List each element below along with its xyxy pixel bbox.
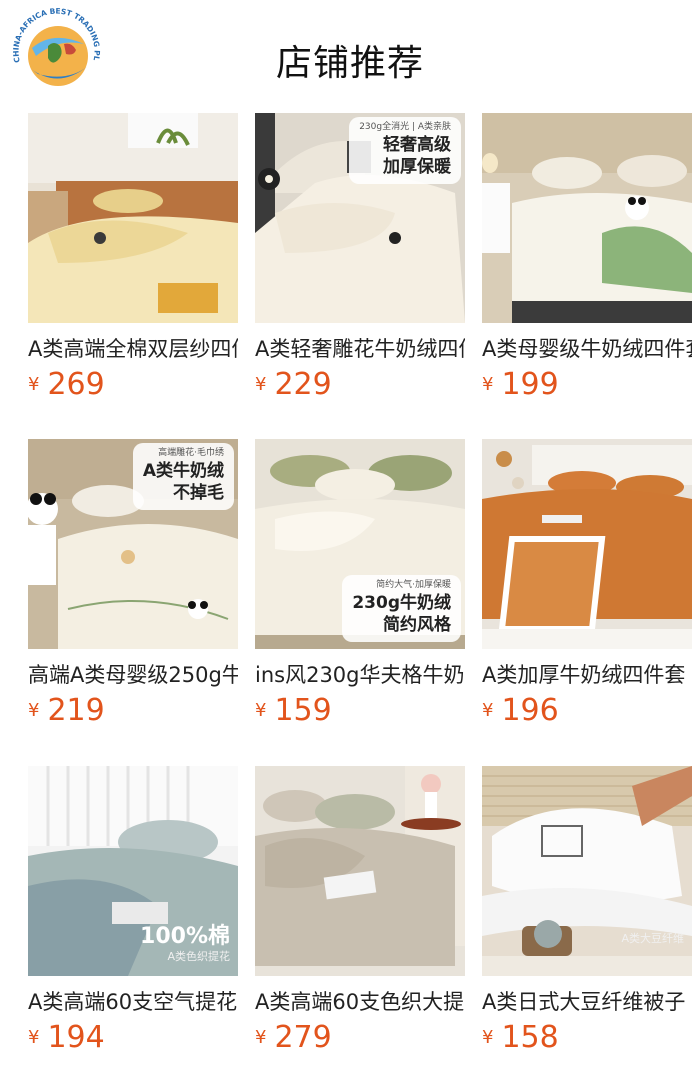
product-name[interactable]: A类轻奢雕花牛奶绒四件套 — [255, 335, 465, 363]
promo-badge: 简约大气·加厚保暖 230g牛奶绒 简约风格 — [342, 575, 461, 642]
product-price: ¥279 — [255, 1020, 332, 1055]
currency-symbol: ¥ — [255, 700, 267, 721]
image-caption: A类大豆纤维 — [621, 932, 684, 945]
price-value: 196 — [501, 693, 559, 728]
product-price: ¥219 — [28, 693, 105, 728]
currency-symbol: ¥ — [255, 1027, 267, 1048]
product-name[interactable]: A类母婴级牛奶绒四件套 — [482, 335, 692, 363]
product-card[interactable]: 高端雕花·毛巾绣 A类牛奶绒 不掉毛 高端A类母婴级250g牛奶绒 ¥219 — [28, 439, 240, 739]
product-price: ¥158 — [482, 1020, 559, 1055]
price-value: 229 — [274, 367, 332, 402]
product-image[interactable] — [482, 113, 692, 323]
price-value: 199 — [501, 367, 559, 402]
price-value: 219 — [47, 693, 105, 728]
currency-symbol: ¥ — [28, 700, 40, 721]
product-card[interactable]: 100%棉 A类色织提花 A类高端60支空气提花 ¥194 — [28, 766, 240, 1066]
product-image[interactable]: 高端雕花·毛巾绣 A类牛奶绒 不掉毛 — [28, 439, 238, 649]
product-card[interactable]: A类母婴级牛奶绒四件套 ¥199 — [482, 113, 694, 413]
currency-symbol: ¥ — [482, 374, 494, 395]
product-image[interactable] — [482, 439, 692, 649]
product-price: ¥199 — [482, 367, 559, 402]
promo-badge: 高端雕花·毛巾绣 A类牛奶绒 不掉毛 — [132, 443, 234, 510]
currency-symbol: ¥ — [482, 1027, 494, 1048]
promo-badge: 230g全消光 | A类亲肤 轻奢高级 加厚保暖 — [349, 117, 461, 184]
product-name[interactable]: ins风230g华夫格牛奶绒 — [255, 661, 465, 689]
product-name[interactable]: A类加厚牛奶绒四件套 — [482, 661, 692, 689]
product-name[interactable]: A类高端全棉双层纱四件套 — [28, 335, 238, 363]
product-price: ¥159 — [255, 693, 332, 728]
product-card[interactable]: 230g全消光 | A类亲肤 轻奢高级 加厚保暖 A类轻奢雕花牛奶绒四件套 ¥2… — [255, 113, 467, 413]
product-price: ¥194 — [28, 1020, 105, 1055]
price-value: 159 — [274, 693, 332, 728]
product-image[interactable]: A类大豆纤维 — [482, 766, 692, 976]
image-caption: 100%棉 A类色织提花 — [140, 924, 230, 963]
product-name[interactable]: 高端A类母婴级250g牛奶绒 — [28, 661, 238, 689]
product-price: ¥269 — [28, 367, 105, 402]
product-image[interactable]: 100%棉 A类色织提花 — [28, 766, 238, 976]
product-card[interactable]: A类大豆纤维 A类日式大豆纤维被子 ¥158 — [482, 766, 694, 1066]
currency-symbol: ¥ — [482, 700, 494, 721]
currency-symbol: ¥ — [255, 374, 267, 395]
currency-symbol: ¥ — [28, 374, 40, 395]
product-name[interactable]: A类高端60支空气提花 — [28, 988, 238, 1016]
product-image[interactable]: 230g全消光 | A类亲肤 轻奢高级 加厚保暖 — [255, 113, 465, 323]
product-card[interactable]: A类高端全棉双层纱四件套 ¥269 — [28, 113, 240, 413]
product-card[interactable]: A类高端60支色织大提花 ¥279 — [255, 766, 467, 1066]
product-card[interactable]: A类加厚牛奶绒四件套 ¥196 — [482, 439, 694, 739]
product-image[interactable] — [255, 766, 465, 976]
product-price: ¥229 — [255, 367, 332, 402]
product-name[interactable]: A类日式大豆纤维被子 — [482, 988, 692, 1016]
price-value: 194 — [47, 1020, 105, 1055]
product-card[interactable]: 简约大气·加厚保暖 230g牛奶绒 简约风格 ins风230g华夫格牛奶绒 ¥1… — [255, 439, 467, 739]
currency-symbol: ¥ — [28, 1027, 40, 1048]
product-image[interactable] — [28, 113, 238, 323]
product-price: ¥196 — [482, 693, 559, 728]
product-image[interactable]: 简约大气·加厚保暖 230g牛奶绒 简约风格 — [255, 439, 465, 649]
product-grid: A类高端全棉双层纱四件套 ¥269 230g全消光 | A类亲肤 轻奢高级 加厚… — [0, 0, 700, 1091]
price-value: 269 — [47, 367, 105, 402]
price-value: 279 — [274, 1020, 332, 1055]
product-name[interactable]: A类高端60支色织大提花 — [255, 988, 465, 1016]
price-value: 158 — [501, 1020, 559, 1055]
